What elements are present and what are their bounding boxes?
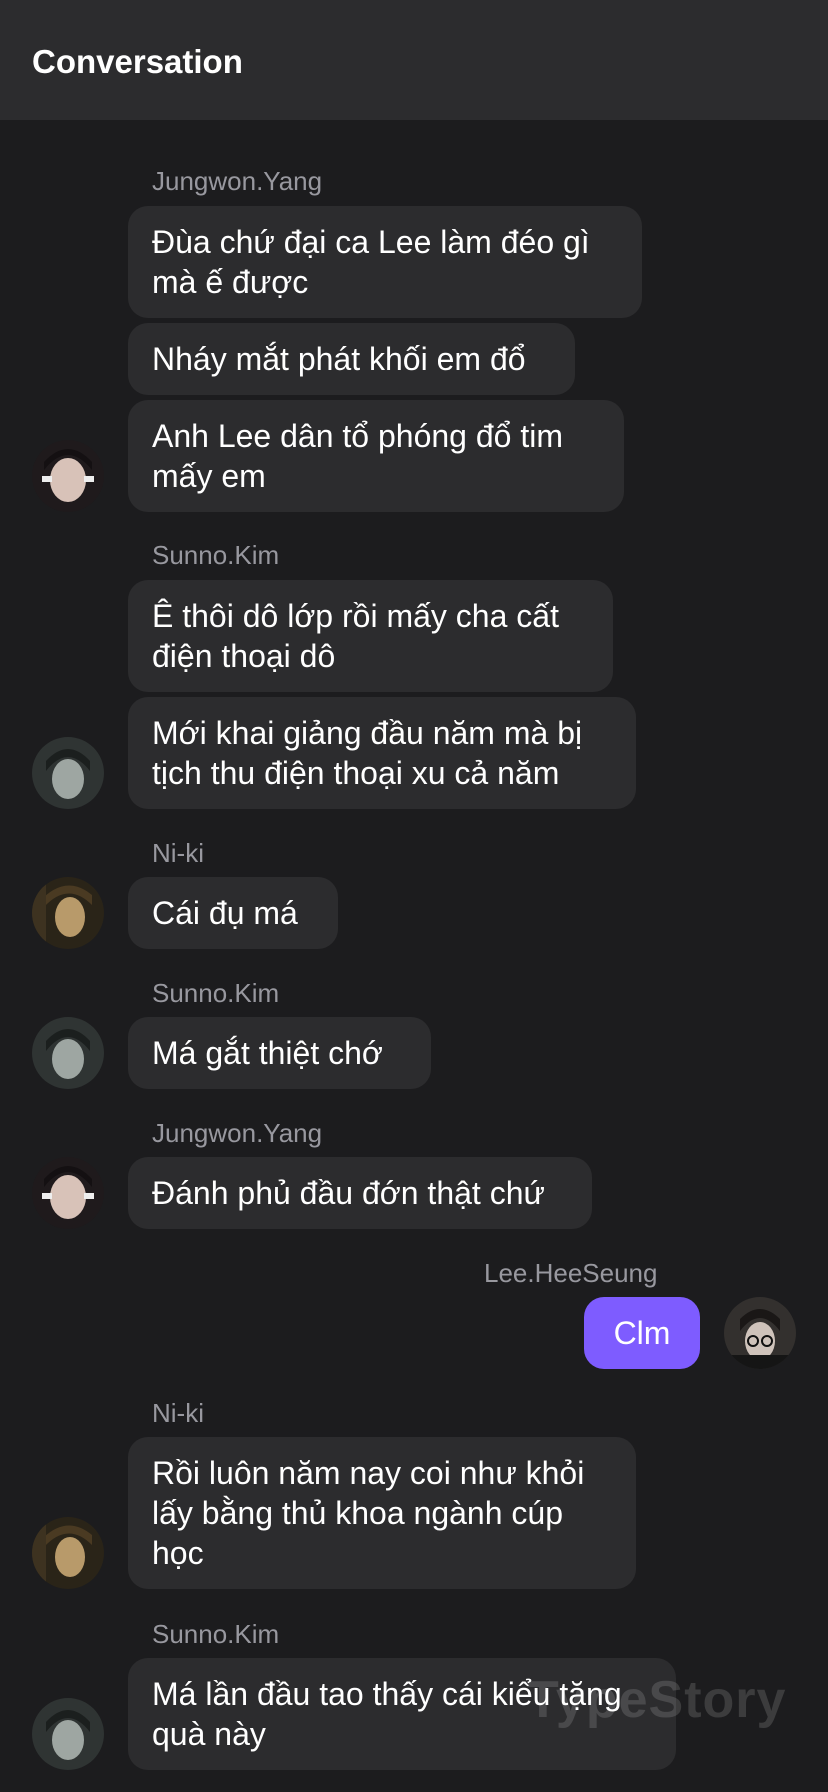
- avatar-sunno[interactable]: [32, 1017, 104, 1089]
- own-message-bubble[interactable]: Clm: [584, 1297, 700, 1369]
- message-text: Ê thôi dô lớp rồi mấy cha cất điện thoại…: [152, 598, 559, 674]
- sender-name: Sunno.Kim: [152, 978, 280, 1008]
- watermark: TypeStory: [527, 1671, 787, 1729]
- message-text: Anh Lee dân tổ phóng đổ tim mấy em: [152, 418, 563, 494]
- message-bubble[interactable]: Đùa chứ đại ca Lee làm đéo gì mà ế được: [128, 206, 642, 318]
- message-text: Clm: [613, 1315, 671, 1351]
- sender-name: Ni-ki: [152, 1398, 204, 1428]
- sender-name: Sunno.Kim: [152, 1619, 280, 1649]
- message-text: Rồi luôn năm nay coi như khỏi lấy bằng t…: [152, 1455, 585, 1571]
- avatar-sunno[interactable]: [32, 737, 104, 809]
- avatar-niki[interactable]: [32, 877, 104, 949]
- message-bubble[interactable]: Rồi luôn năm nay coi như khỏi lấy bằng t…: [128, 1437, 636, 1589]
- message-bubble[interactable]: Nháy mắt phát khối em đổ: [128, 323, 575, 395]
- avatar-jungwon[interactable]: [32, 1157, 104, 1229]
- avatar-jungwon[interactable]: [32, 440, 104, 512]
- message-bubble[interactable]: Ê thôi dô lớp rồi mấy cha cất điện thoại…: [128, 580, 613, 692]
- avatar-sunno[interactable]: [32, 1698, 104, 1770]
- message-text: Đùa chứ đại ca Lee làm đéo gì mà ế được: [152, 224, 590, 300]
- message-text: Mới khai giảng đầu năm mà bị tịch thu đi…: [152, 715, 583, 791]
- message-bubble[interactable]: Cái đụ má: [128, 877, 338, 949]
- sender-name: Sunno.Kim: [152, 540, 280, 570]
- sender-name: Ni-ki: [152, 838, 204, 868]
- message-text: Nháy mắt phát khối em đổ: [152, 341, 526, 377]
- avatar-heeseung[interactable]: [724, 1297, 796, 1369]
- sender-name: Jungwon.Yang: [152, 166, 323, 196]
- message-text: Má gắt thiệt chớ: [152, 1035, 383, 1071]
- avatar-niki[interactable]: [32, 1517, 104, 1589]
- sender-name: Lee.HeeSeung: [484, 1258, 658, 1288]
- message-text: Cái đụ má: [152, 895, 298, 931]
- conversation-header: Conversation: [0, 0, 828, 120]
- message-bubble[interactable]: Má gắt thiệt chớ: [128, 1017, 431, 1089]
- page-title: Conversation: [32, 43, 243, 80]
- message-text: Đánh phủ đầu đớn thật chứ: [152, 1175, 545, 1211]
- message-bubble[interactable]: Đánh phủ đầu đớn thật chứ: [128, 1157, 592, 1229]
- message-bubble[interactable]: Anh Lee dân tổ phóng đổ tim mấy em: [128, 400, 624, 512]
- message-bubble[interactable]: Mới khai giảng đầu năm mà bị tịch thu đi…: [128, 697, 636, 809]
- sender-name: Jungwon.Yang: [152, 1118, 323, 1148]
